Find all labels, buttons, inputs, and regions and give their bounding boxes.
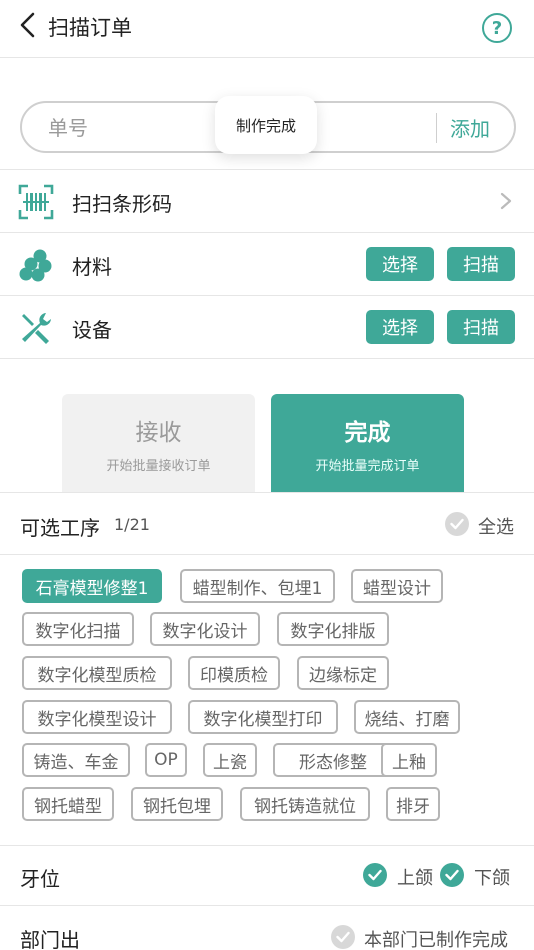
page-title: 扫描订单 (48, 16, 132, 40)
process-tag[interactable]: 烧结、打磨 (354, 700, 460, 734)
top-bar: 扫描订单 ? (0, 0, 534, 58)
material-row: 材料 选择 扫描 (0, 233, 534, 296)
order-number-input[interactable] (48, 111, 228, 145)
department-complete-check-icon[interactable] (331, 925, 355, 949)
back-arrow-icon[interactable] (14, 10, 40, 40)
chevron-right-icon (500, 192, 512, 210)
receive-mode-title: 接收 (135, 419, 182, 446)
process-tag[interactable]: 数字化扫描 (22, 612, 134, 646)
material-label: 材料 (72, 255, 112, 279)
tooth-position-label: 牙位 (20, 867, 60, 891)
select-all-check-icon[interactable] (445, 512, 469, 536)
process-tag[interactable]: 钢托包埋 (131, 787, 223, 821)
receive-mode-subtitle: 开始批量接收订单 (106, 458, 211, 474)
help-icon[interactable]: ? (482, 13, 512, 43)
process-tag[interactable]: 铸造、车金 (22, 743, 130, 777)
process-tag[interactable]: 排牙 (386, 787, 440, 821)
barcode-scan-label: 扫扫条形码 (72, 192, 172, 216)
material-cells-icon (18, 247, 54, 283)
equipment-label: 设备 (72, 318, 112, 342)
upper-jaw-label[interactable]: 上颌 (397, 864, 433, 890)
department-label: 部门出 (20, 928, 80, 950)
process-tag[interactable]: OP (145, 743, 187, 777)
equipment-select-button[interactable]: 选择 (366, 310, 434, 344)
process-tag[interactable]: 数字化模型打印 (188, 700, 338, 734)
select-all-label[interactable]: 全选 (478, 513, 514, 539)
toast-message: 制作完成 (215, 96, 317, 154)
process-tag[interactable]: 石膏模型修整1 (22, 569, 162, 603)
process-count: 1/21 (114, 515, 150, 534)
department-complete-label[interactable]: 本部门已制作完成 (364, 926, 508, 950)
process-tag[interactable]: 数字化模型设计 (22, 700, 172, 734)
process-tag[interactable]: 蜡型制作、包埋1 (180, 569, 335, 603)
process-tag[interactable]: 印模质检 (188, 656, 280, 690)
tooth-position-row: 牙位 上颌 下颌 (0, 846, 534, 906)
process-tag[interactable]: 边缘标定 (297, 656, 389, 690)
process-tag[interactable]: 钢托铸造就位 (240, 787, 370, 821)
process-tag[interactable]: 蜡型设计 (351, 569, 443, 603)
department-row: 部门出 本部门已制作完成 (0, 906, 534, 950)
input-divider (436, 113, 437, 143)
process-tag[interactable]: 上瓷 (203, 743, 257, 777)
tools-icon (18, 310, 54, 346)
process-tag[interactable]: 钢托蜡型 (22, 787, 114, 821)
barcode-scan-row[interactable]: 扫扫条形码 (0, 170, 534, 233)
process-tag[interactable]: 数字化设计 (150, 612, 260, 646)
equipment-scan-button[interactable]: 扫描 (447, 310, 515, 344)
process-tag[interactable]: 形态修整 (273, 743, 393, 777)
receive-mode-card[interactable]: 接收 开始批量接收订单 (62, 394, 255, 492)
upper-jaw-check-icon[interactable] (363, 863, 387, 887)
process-tag[interactable]: 数字化排版 (277, 612, 389, 646)
process-tag[interactable]: 数字化模型质检 (22, 656, 172, 690)
barcode-scan-icon (18, 184, 54, 220)
complete-mode-card[interactable]: 完成 开始批量完成订单 (271, 394, 464, 492)
process-title: 可选工序 (20, 516, 100, 540)
process-tag[interactable]: 上釉 (381, 743, 437, 777)
lower-jaw-label[interactable]: 下颌 (474, 864, 510, 890)
material-select-button[interactable]: 选择 (366, 247, 434, 281)
add-button[interactable]: 添加 (450, 113, 490, 142)
complete-mode-title: 完成 (344, 419, 391, 446)
equipment-row: 设备 选择 扫描 (0, 296, 534, 359)
complete-mode-subtitle: 开始批量完成订单 (315, 458, 420, 474)
material-scan-button[interactable]: 扫描 (447, 247, 515, 281)
lower-jaw-check-icon[interactable] (440, 863, 464, 887)
process-header: 可选工序 1/21 全选 (0, 493, 534, 555)
